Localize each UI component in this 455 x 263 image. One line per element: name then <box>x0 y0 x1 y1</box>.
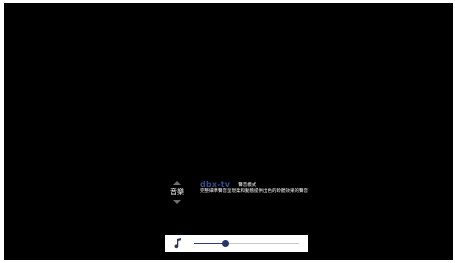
mode-description: 完整細準聲音呈現柔和動態提供出色的聆聽效果的聲音 <box>200 189 308 194</box>
volume-panel <box>165 235 308 252</box>
mode-title: 聲音模式 <box>238 182 257 188</box>
music-note-icon <box>174 238 181 249</box>
volume-slider-thumb[interactable] <box>222 240 229 247</box>
sound-mode-selector[interactable]: 音樂 <box>166 179 188 209</box>
sound-mode-label: 音樂 <box>170 188 184 196</box>
volume-slider-fill <box>194 243 226 244</box>
tv-screen: 音樂 dbx-tv 聲音模式 完整細準聲音呈現柔和動態提供出色的聆聽效果的聲音 <box>4 3 453 260</box>
chevron-down-icon[interactable] <box>173 200 181 204</box>
mode-header: dbx-tv 聲音模式 <box>200 174 256 189</box>
chevron-up-icon[interactable] <box>173 181 181 185</box>
dbx-tv-logo: dbx-tv <box>200 180 231 189</box>
volume-slider[interactable] <box>194 240 299 247</box>
